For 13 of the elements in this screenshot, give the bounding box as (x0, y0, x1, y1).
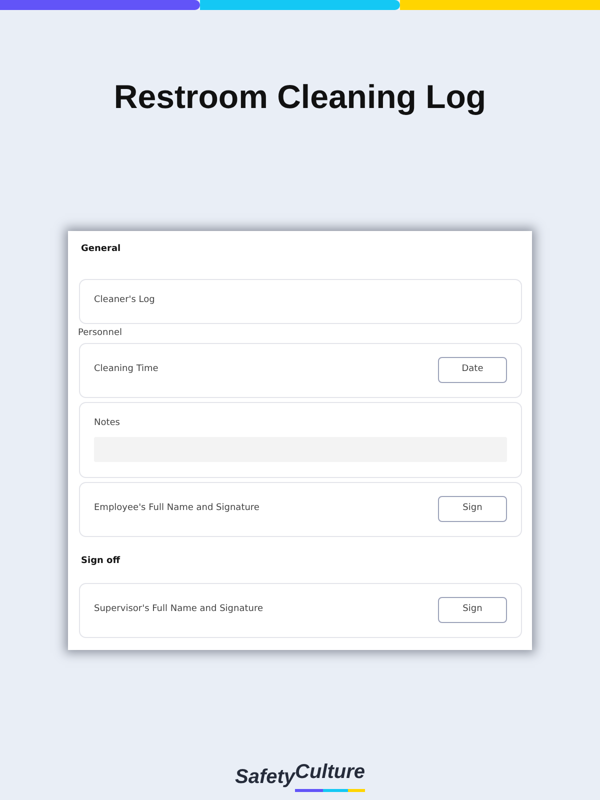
item-label: Notes (94, 416, 121, 430)
action-button[interactable]: Sign (438, 597, 507, 623)
section-title: General (81, 244, 121, 254)
page-title: Restroom Cleaning Log (112, 77, 488, 117)
item-label: Employee's Full Name and Signature (94, 502, 260, 516)
action-button[interactable]: Date (438, 357, 507, 383)
subsection-label: Personnel (78, 326, 123, 340)
action-button[interactable]: Sign (438, 496, 507, 522)
item-label: Cleaner's Log (94, 294, 155, 308)
item-label: Supervisor's Full Name and Signature (94, 603, 263, 616)
item-label: Cleaning Time (94, 363, 158, 376)
logo: SafetyCulture (0, 762, 600, 792)
section-title: Sign off (81, 556, 120, 566)
